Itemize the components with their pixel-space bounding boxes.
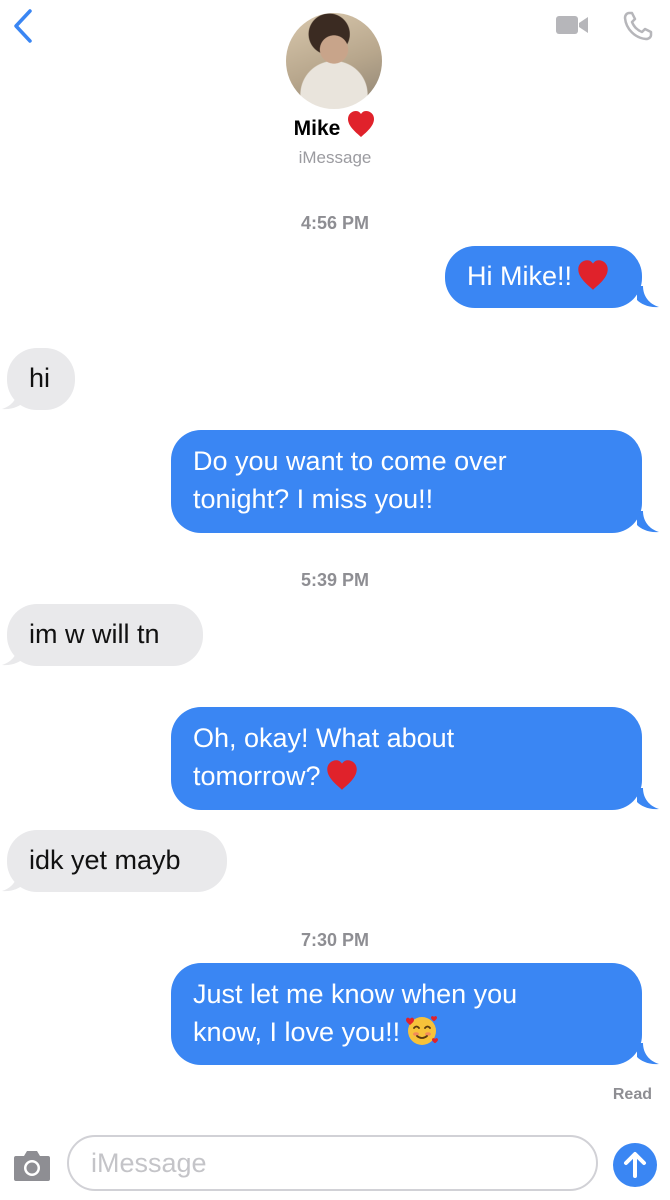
received-bubble-tail (2, 388, 24, 410)
contact-name[interactable]: Mike (0, 110, 670, 147)
sent-message-bubble[interactable]: Oh, okay! What about tomorrow? (171, 707, 642, 810)
sent-bubble-tail (637, 511, 659, 533)
message-text: im w will tn (29, 619, 160, 649)
message-line: tomorrow? (193, 761, 321, 791)
back-chevron-icon[interactable] (8, 8, 38, 44)
received-message-bubble[interactable]: idk yet mayb (7, 830, 227, 892)
timestamp: 5:39 PM (300, 570, 370, 590)
sent-message-bubble[interactable]: Hi Mike!! (445, 246, 642, 308)
sent-bubble-tail (637, 1043, 659, 1065)
red-heart-icon (325, 759, 359, 801)
send-button[interactable] (613, 1143, 657, 1187)
red-heart-icon (346, 110, 376, 147)
avatar[interactable] (286, 13, 382, 109)
message-line: Oh, okay! What about (193, 723, 455, 753)
received-bubble-tail (2, 644, 24, 666)
read-receipt: Read (612, 1086, 652, 1103)
contact-name-text: Mike (293, 117, 341, 140)
sent-message-bubble[interactable]: Just let me know when you know, I love y… (171, 963, 642, 1065)
phone-icon[interactable] (622, 10, 654, 42)
timestamp: 7:30 PM (300, 930, 370, 950)
red-heart-icon (576, 259, 610, 301)
message-line: tonight? I miss you!! (193, 484, 434, 514)
timestamp: 4:56 PM (300, 213, 370, 233)
message-line: Just let me know when you (193, 979, 518, 1009)
message-text: idk yet mayb (29, 845, 181, 875)
smiling-face-with-hearts-icon (404, 1013, 440, 1057)
send-arrow-icon (624, 1152, 646, 1178)
message-text: hi (29, 363, 51, 393)
sent-bubble-tail (637, 286, 659, 308)
received-message-bubble[interactable]: im w will tn (7, 604, 203, 666)
message-line: Do you want to come over (193, 446, 507, 476)
video-camera-icon[interactable] (555, 13, 589, 37)
sent-message-bubble[interactable]: Do you want to come over tonight? I miss… (171, 430, 642, 533)
service-label: iMessage (298, 148, 372, 167)
message-input[interactable]: iMessage (67, 1135, 598, 1191)
camera-icon[interactable] (12, 1146, 52, 1184)
message-line: know, I love you!! (193, 1017, 401, 1047)
message-text: Hi Mike!! (467, 261, 573, 291)
received-bubble-tail (2, 870, 24, 892)
sent-bubble-tail (637, 788, 659, 810)
